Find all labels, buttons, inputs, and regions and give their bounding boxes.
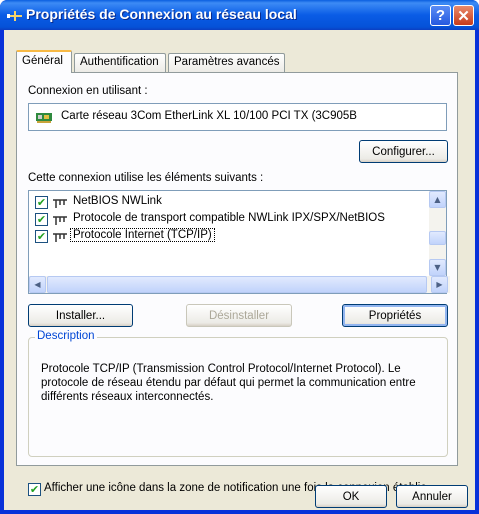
components-list[interactable]: ✔ NetBIOS NWLink ✔ Protocole de transpor… [28,190,450,294]
properties-button-label: Propriétés [368,309,422,322]
protocol-icon [53,216,67,225]
title-bar[interactable]: Propriétés de Connexion au réseau local … [0,0,479,30]
install-button-label: Installer... [55,309,106,322]
tab-general[interactable]: Général [16,50,72,73]
tcpip-label: Protocole Internet (TCP/IP) [70,228,215,242]
uninstall-button[interactable]: Désinstaller [186,304,292,327]
install-button[interactable]: Installer... [28,304,133,327]
protocol-icon [53,233,67,242]
configure-button[interactable]: Configurer... [359,140,448,163]
list-item-ipx[interactable]: ✔ Protocole de transport compatible NWLi… [35,212,445,228]
properties-button[interactable]: Propriétés [342,304,448,327]
description-group: Description Protocole TCP/IP (Transmissi… [28,330,448,457]
dialog-client-area: Général Authentification Paramètres avan… [4,30,475,510]
help-button[interactable]: ? [430,5,451,26]
network-connection-icon [7,11,22,21]
ipx-label: Protocole de transport compatible NWLink… [73,212,385,224]
uninstall-button-label: Désinstaller [208,309,270,322]
horizontal-scrollbar[interactable]: ◀ ▶ [29,276,450,293]
components-label: Cette connexion utilise les éléments sui… [28,172,264,184]
connect-using-label: Connexion en utilisant : [28,85,148,97]
list-item-tcpip[interactable]: ✔ Protocole Internet (TCP/IP) [35,228,445,245]
configure-button-label: Configurer... [372,145,435,158]
description-legend: Description [35,330,97,342]
tab-advanced[interactable]: Paramètres avancés [168,53,285,72]
vertical-scrollbar[interactable]: ▲ ▼ [429,191,446,276]
netbios-label: NetBIOS NWLink [73,195,162,207]
window-title: Propriétés de Connexion au réseau local [26,6,297,22]
scroll-right-icon[interactable]: ▶ [431,276,448,293]
scroll-up-icon[interactable]: ▲ [429,191,446,208]
dialog-window: Propriétés de Connexion au réseau local … [0,0,479,514]
scroll-down-icon[interactable]: ▼ [429,259,446,276]
notify-checkbox[interactable]: ✔ [28,483,41,496]
ok-button-label: OK [342,490,360,503]
cancel-button[interactable]: Annuler [396,485,468,508]
cancel-button-label: Annuler [412,490,452,503]
description-text: Protocole TCP/IP (Transmission Control P… [41,363,416,403]
adapter-field: Carte réseau 3Com EtherLink XL 10/100 PC… [28,103,447,131]
horizontal-scroll-thumb[interactable] [47,276,427,293]
list-item-netbios[interactable]: ✔ NetBIOS NWLink [35,195,445,211]
netbios-checkbox[interactable]: ✔ [35,196,48,209]
network-card-icon [36,113,52,123]
scroll-left-icon[interactable]: ◀ [29,276,46,293]
ipx-checkbox[interactable]: ✔ [35,213,48,226]
ok-button[interactable]: OK [315,485,387,508]
tab-authentication[interactable]: Authentification [74,53,166,72]
tab-panel-general: Connexion en utilisant : Carte réseau 3C… [16,72,458,496]
close-button[interactable]: ✕ [453,5,474,26]
protocol-icon [53,199,67,208]
adapter-name: Carte réseau 3Com EtherLink XL 10/100 PC… [61,110,357,122]
tcpip-checkbox[interactable]: ✔ [35,230,48,243]
scroll-thumb[interactable] [429,231,446,245]
